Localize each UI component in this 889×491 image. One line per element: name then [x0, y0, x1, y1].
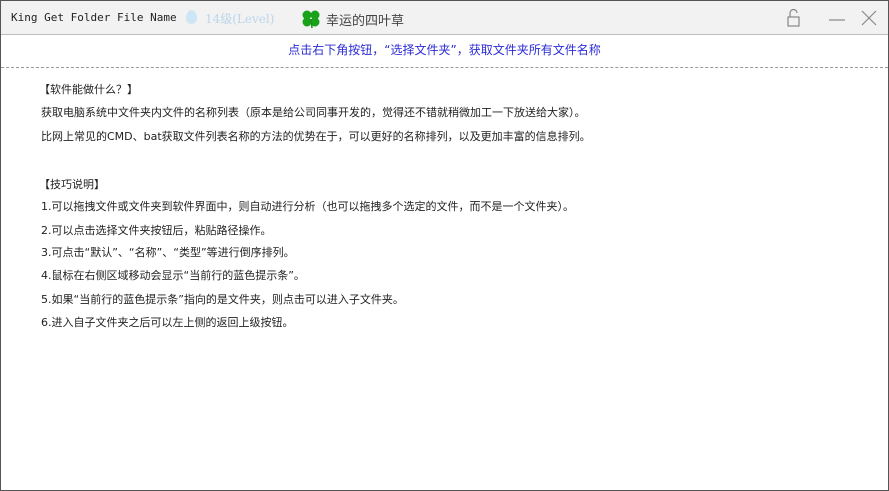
section-heading: 【技巧说明】: [39, 178, 105, 191]
text-line: 比网上常见的CMD、bat获取文件列表名称的方法的优势在于，可以更好的名称排列，…: [41, 130, 591, 143]
tip-line: 1.可以拖拽文件或文件夹到软件界面中，则自动进行分析（也可以拖拽多个选定的文件，…: [41, 200, 574, 213]
tip-line: 4.鼠标在右侧区域移动会显示“当前行的蓝色提示条”。: [41, 269, 305, 282]
level-icon: [186, 10, 197, 24]
clover-icon: [302, 10, 320, 29]
divider: [1, 67, 888, 68]
lock-icon[interactable]: [783, 8, 805, 28]
tip-line: 3.可点击“默认”、“名称”、“类型”等进行倒序排列。: [41, 246, 295, 259]
title-bar[interactable]: King Get Folder File Name 14级(Level) 幸运的…: [1, 1, 888, 35]
app-title: King Get Folder File Name: [11, 11, 177, 24]
tip-line: 2.可以点击选择文件夹按钮后，粘贴路径操作。: [41, 224, 272, 237]
instruction-hint: 点击右下角按钮，“选择文件夹”，获取文件夹所有文件名称: [288, 43, 601, 57]
username[interactable]: 幸运的四叶草: [326, 10, 404, 29]
minimize-icon[interactable]: [826, 8, 848, 28]
app-window: King Get Folder File Name 14级(Level) 幸运的…: [0, 0, 889, 491]
tip-line: 5.如果“当前行的蓝色提示条”指向的是文件夹，则点击可以进入子文件夹。: [41, 293, 404, 306]
text-line: 获取电脑系统中文件夹内文件的名称列表（原本是给公司同事开发的，觉得还不错就稍微加…: [41, 106, 586, 119]
tip-line: 6.进入自子文件夹之后可以左上侧的返回上级按钮。: [41, 316, 294, 329]
user-level: 14级(Level): [205, 12, 275, 26]
section-heading: 【软件能做什么？】: [39, 83, 138, 96]
close-icon[interactable]: [858, 8, 880, 28]
